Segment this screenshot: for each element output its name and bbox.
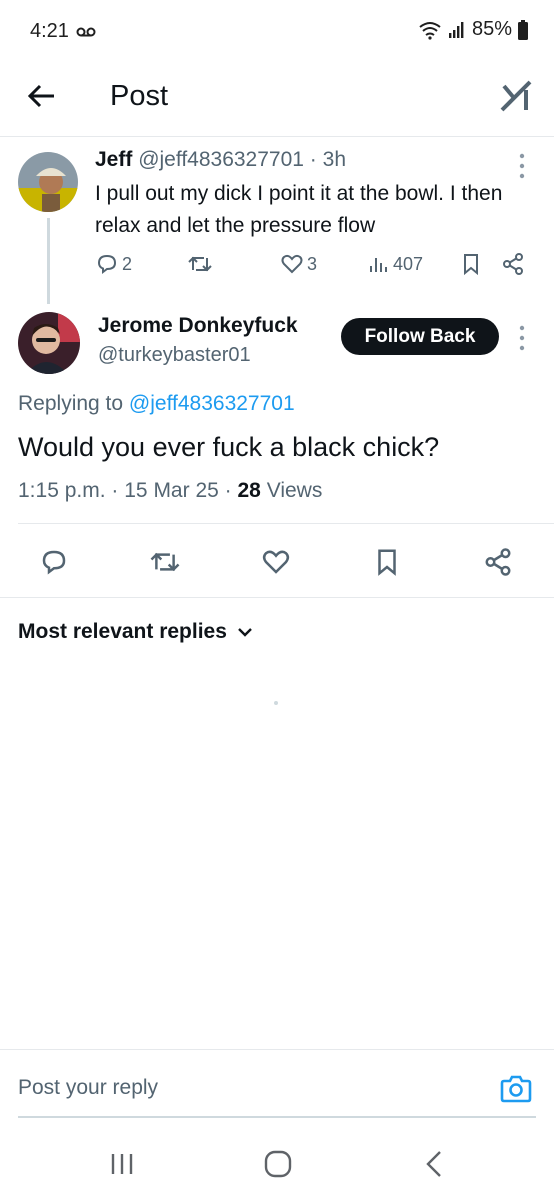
nav-recents-button[interactable] bbox=[106, 1150, 138, 1178]
tweet-actions bbox=[0, 540, 554, 584]
reply-input-underline bbox=[18, 1116, 536, 1118]
parent-tweet-actions: 2 3 407 bbox=[95, 252, 535, 282]
reply-button[interactable]: 2 bbox=[95, 252, 132, 276]
signal-icon bbox=[448, 21, 464, 38]
bookmark-icon bbox=[378, 549, 396, 576]
parent-tweet-text: I pull out my dick I point it at the bow… bbox=[95, 182, 503, 237]
heart-icon bbox=[281, 254, 303, 274]
camera-icon bbox=[500, 1075, 532, 1103]
like-button[interactable]: 3 bbox=[280, 252, 317, 276]
retweet-icon bbox=[188, 256, 212, 272]
retweet-icon bbox=[150, 552, 180, 572]
battery-percent: 85% bbox=[471, 18, 512, 40]
reply-input[interactable]: Post your reply bbox=[18, 1076, 158, 1100]
author-name[interactable]: Jeff bbox=[95, 148, 132, 171]
share-icon bbox=[485, 548, 511, 576]
bookmark-button[interactable] bbox=[461, 252, 481, 276]
heart-icon bbox=[262, 550, 290, 574]
like-button[interactable] bbox=[254, 540, 298, 584]
bookmark-icon bbox=[464, 254, 478, 276]
avatar[interactable] bbox=[18, 312, 80, 374]
author-name[interactable]: Jerome Donkeyfuck bbox=[98, 314, 298, 338]
replies-sort-dropdown[interactable]: Most relevant replies bbox=[18, 620, 253, 644]
more-options-button[interactable] bbox=[516, 324, 528, 352]
nav-home-button[interactable] bbox=[262, 1148, 294, 1180]
follow-back-button[interactable]: Follow Back bbox=[341, 318, 499, 355]
view-count: 407 bbox=[393, 253, 424, 274]
voicemail-icon bbox=[76, 27, 96, 37]
replies-sort-label: Most relevant replies bbox=[18, 620, 227, 643]
views-icon bbox=[370, 258, 387, 272]
thread-line bbox=[47, 218, 50, 304]
avatar[interactable] bbox=[18, 152, 78, 212]
nav-back-button[interactable] bbox=[420, 1148, 448, 1180]
views-label: Views bbox=[266, 479, 323, 502]
grok-button[interactable] bbox=[496, 76, 536, 116]
share-icon bbox=[503, 253, 523, 275]
more-vertical-icon bbox=[519, 325, 525, 351]
loading-indicator bbox=[274, 701, 278, 705]
separator: · bbox=[224, 479, 232, 502]
share-button[interactable] bbox=[501, 252, 525, 276]
views-button[interactable]: 407 bbox=[368, 252, 423, 276]
grok-icon bbox=[500, 80, 532, 112]
retweet-button[interactable] bbox=[187, 252, 213, 276]
page-title: Post bbox=[110, 80, 169, 112]
share-button[interactable] bbox=[476, 540, 520, 584]
author-handle[interactable]: @turkeybaster01 bbox=[98, 344, 251, 367]
separator: · bbox=[309, 148, 317, 171]
tweet-text: Would you ever fuck a black chick? bbox=[18, 432, 440, 462]
tweet-date: 15 Mar 25 bbox=[124, 479, 219, 502]
recents-icon bbox=[111, 1154, 133, 1174]
separator: · bbox=[111, 479, 119, 502]
like-count: 3 bbox=[307, 253, 318, 274]
author-handle[interactable]: @jeff4836327701 bbox=[138, 148, 304, 171]
status-indicators: 85% bbox=[418, 18, 528, 41]
reply-button[interactable] bbox=[32, 540, 76, 584]
views-count[interactable]: 28 bbox=[238, 479, 261, 502]
camera-button[interactable] bbox=[498, 1071, 534, 1107]
replying-handle-link[interactable]: @jeff4836327701 bbox=[129, 392, 295, 415]
chevron-left-icon bbox=[426, 1151, 441, 1177]
chevron-down-icon bbox=[238, 628, 252, 637]
reply-icon bbox=[42, 550, 66, 575]
tweet-time: 1:15 p.m. bbox=[18, 479, 106, 502]
retweet-button[interactable] bbox=[143, 540, 187, 584]
divider bbox=[18, 523, 554, 524]
divider bbox=[0, 597, 554, 598]
status-time: 4:21 bbox=[30, 20, 69, 42]
arrow-left-icon bbox=[27, 84, 54, 108]
divider bbox=[0, 1049, 554, 1050]
bookmark-button[interactable] bbox=[365, 540, 409, 584]
tweet-meta: 1:15 p.m. · 15 Mar 25 · 28 Views bbox=[18, 479, 322, 503]
reply-count: 2 bbox=[122, 253, 133, 274]
wifi-icon bbox=[419, 21, 441, 40]
jerome-avatar-image bbox=[18, 312, 80, 374]
reply-icon bbox=[97, 254, 117, 274]
replying-to: Replying to @jeff4836327701 bbox=[18, 392, 295, 416]
more-vertical-icon bbox=[519, 153, 525, 179]
battery-icon bbox=[518, 19, 528, 40]
home-icon bbox=[264, 1150, 292, 1178]
more-options-button[interactable] bbox=[516, 152, 528, 180]
jeff-avatar-image bbox=[18, 152, 78, 212]
back-button[interactable] bbox=[24, 78, 64, 114]
tweet-time[interactable]: 3h bbox=[323, 148, 346, 171]
replying-prefix: Replying to bbox=[18, 392, 124, 415]
header-divider bbox=[0, 136, 554, 137]
parent-tweet-header: Jeff @jeff4836327701 · 3h bbox=[95, 148, 346, 172]
